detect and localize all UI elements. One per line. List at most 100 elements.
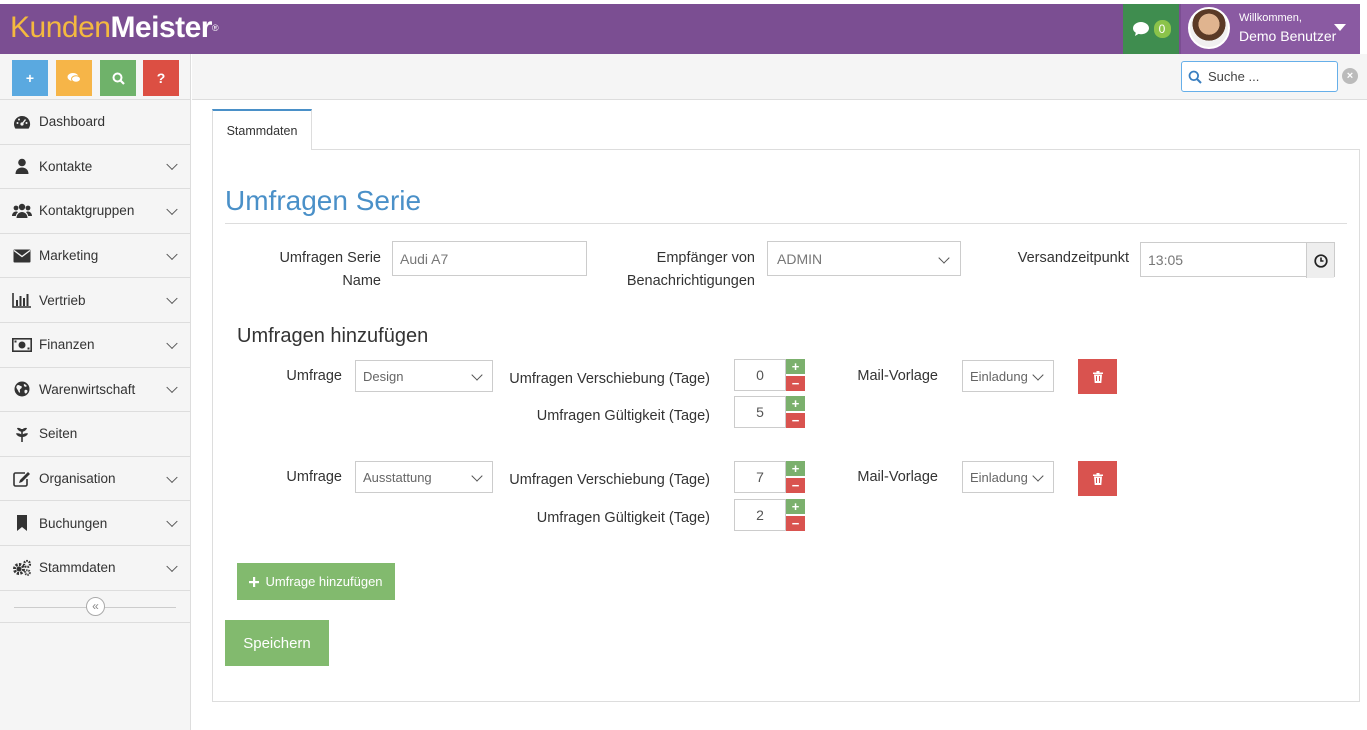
- trash-icon: [1092, 370, 1103, 383]
- save-button[interactable]: Speichern: [225, 620, 329, 666]
- mail-template-select[interactable]: Einladung: [962, 360, 1054, 392]
- top-bar: KundenMeister® 0 Willkommen, Demo Benutz…: [0, 4, 1360, 54]
- trash-icon: [1092, 472, 1103, 485]
- sidebar-item-organisation[interactable]: Organisation: [0, 457, 190, 502]
- sidebar-item-finanzen[interactable]: Finanzen: [0, 323, 190, 368]
- sidebar-item-buchungen[interactable]: Buchungen: [0, 501, 190, 546]
- sidebar-item-label: Marketing: [39, 248, 99, 264]
- validity-input[interactable]: 2: [734, 499, 786, 531]
- logo-part1: Kunden: [10, 11, 111, 44]
- quick-help-button[interactable]: ?: [143, 60, 179, 96]
- users-icon: [12, 202, 32, 220]
- clock-icon: [1313, 253, 1328, 268]
- logo-part2: Meister: [110, 11, 212, 44]
- user-icon: [12, 157, 32, 175]
- chevron-down-icon: [471, 470, 483, 482]
- tab-stammdaten[interactable]: Stammdaten: [212, 109, 312, 150]
- search-icon: [1188, 70, 1202, 84]
- clear-search-icon[interactable]: ×: [1342, 68, 1358, 84]
- user-menu[interactable]: Willkommen, Demo Benutzer: [1181, 4, 1360, 54]
- chevron-down-icon: [166, 159, 178, 171]
- sidebar-item-label: Vertrieb: [39, 292, 86, 308]
- clock-button[interactable]: [1306, 243, 1334, 278]
- select-value: Einladung: [970, 368, 1028, 384]
- chevron-down-icon: [166, 471, 178, 483]
- shift-label: Umfragen Verschiebung (Tage): [509, 472, 710, 488]
- search-icon: [112, 72, 125, 85]
- quick-add-button[interactable]: +: [12, 60, 48, 96]
- series-name-label: Umfragen Serie Name: [262, 247, 381, 293]
- shift-input[interactable]: 0: [734, 359, 786, 391]
- decrement-button[interactable]: −: [786, 413, 805, 428]
- quick-search-button[interactable]: [100, 60, 136, 96]
- survey-label: Umfrage: [286, 469, 342, 485]
- sidebar-item-seiten[interactable]: Seiten: [0, 412, 190, 457]
- sidebar-item-label: Warenwirtschaft: [39, 381, 136, 397]
- sidebar-collapse-button[interactable]: «: [86, 596, 105, 616]
- sidebar-item-stammdaten[interactable]: Stammdaten: [0, 546, 190, 591]
- label-line: Umfragen Serie: [279, 250, 381, 266]
- label-line: Name: [342, 273, 381, 289]
- sidebar-item-vertrieb[interactable]: Vertrieb: [0, 278, 190, 323]
- user-name: Demo Benutzer: [1239, 28, 1337, 44]
- page-title: Umfragen Serie: [225, 185, 422, 216]
- delete-survey-button[interactable]: [1078, 359, 1117, 394]
- chevron-down-icon: [166, 248, 178, 260]
- quick-comments-button[interactable]: [56, 60, 92, 96]
- delete-survey-button[interactable]: [1078, 461, 1117, 496]
- increment-button[interactable]: +: [786, 461, 805, 476]
- caret-down-icon: [1334, 24, 1346, 31]
- edit-icon: [12, 470, 32, 488]
- leaf-icon: [12, 425, 32, 443]
- sidebar-item-kontakte[interactable]: Kontakte: [0, 145, 190, 190]
- header-strip: ×: [192, 54, 1367, 100]
- decrement-button[interactable]: −: [786, 478, 805, 493]
- app-logo[interactable]: KundenMeister®: [10, 11, 219, 45]
- label-line: Empfänger von: [656, 250, 755, 266]
- input-value: Audi A7: [400, 250, 449, 267]
- increment-button[interactable]: +: [786, 359, 805, 374]
- survey-select[interactable]: Ausstattung: [355, 461, 493, 493]
- send-time-label: Versandzeitpunkt: [1017, 250, 1129, 266]
- select-value: Design: [363, 368, 404, 384]
- chat-button[interactable]: 0: [1123, 4, 1179, 54]
- dashboard-icon: [12, 113, 32, 131]
- sidebar-item-label: Seiten: [39, 426, 78, 442]
- chevron-down-icon: [166, 560, 178, 572]
- chevron-down-icon: [1032, 470, 1044, 482]
- send-time-input[interactable]: 13:05: [1140, 242, 1335, 278]
- validity-label: Umfragen Gültigkeit (Tage): [536, 408, 710, 424]
- increment-button[interactable]: +: [786, 499, 805, 514]
- series-name-input[interactable]: Audi A7: [392, 241, 587, 276]
- sidebar-item-warenwirtschaft[interactable]: Warenwirtschaft: [0, 368, 190, 413]
- search-input[interactable]: [1208, 69, 1328, 84]
- shift-input[interactable]: 7: [734, 461, 786, 493]
- chevron-down-icon: [471, 369, 483, 381]
- validity-input[interactable]: 5: [734, 396, 786, 428]
- help-icon: ?: [156, 70, 166, 86]
- sidebar-item-dashboard[interactable]: Dashboard: [0, 100, 190, 145]
- increment-button[interactable]: +: [786, 396, 805, 411]
- chat-count-badge: 0: [1153, 20, 1171, 38]
- survey-select[interactable]: Design: [355, 360, 493, 392]
- sidebar-item-label: Kontaktgruppen: [39, 203, 135, 219]
- decrement-button[interactable]: −: [786, 516, 805, 531]
- recipient-select[interactable]: ADMIN: [767, 241, 961, 276]
- shift-label: Umfragen Verschiebung (Tage): [509, 371, 710, 387]
- add-survey-button[interactable]: Umfrage hinzufügen: [237, 563, 395, 600]
- sidebar-item-label: Stammdaten: [39, 560, 116, 576]
- surveys-title: Umfragen hinzufügen: [237, 325, 429, 347]
- sidebar-item-kontaktgruppen[interactable]: Kontaktgruppen: [0, 189, 190, 234]
- chevron-down-icon: [166, 203, 178, 216]
- mail-template-select[interactable]: Einladung: [962, 461, 1054, 493]
- select-value: ADMIN: [777, 250, 823, 267]
- search-box: [1181, 61, 1338, 92]
- sidebar-item-label: Dashboard: [39, 114, 106, 130]
- chevron-down-icon: [938, 252, 950, 264]
- sidebar-item-marketing[interactable]: Marketing: [0, 234, 190, 279]
- sidebar-item-label: Kontakte: [39, 158, 93, 174]
- decrement-button[interactable]: −: [786, 376, 805, 391]
- chevron-down-icon: [166, 382, 178, 394]
- divider: [225, 223, 1347, 224]
- chat-icon: [1132, 22, 1149, 36]
